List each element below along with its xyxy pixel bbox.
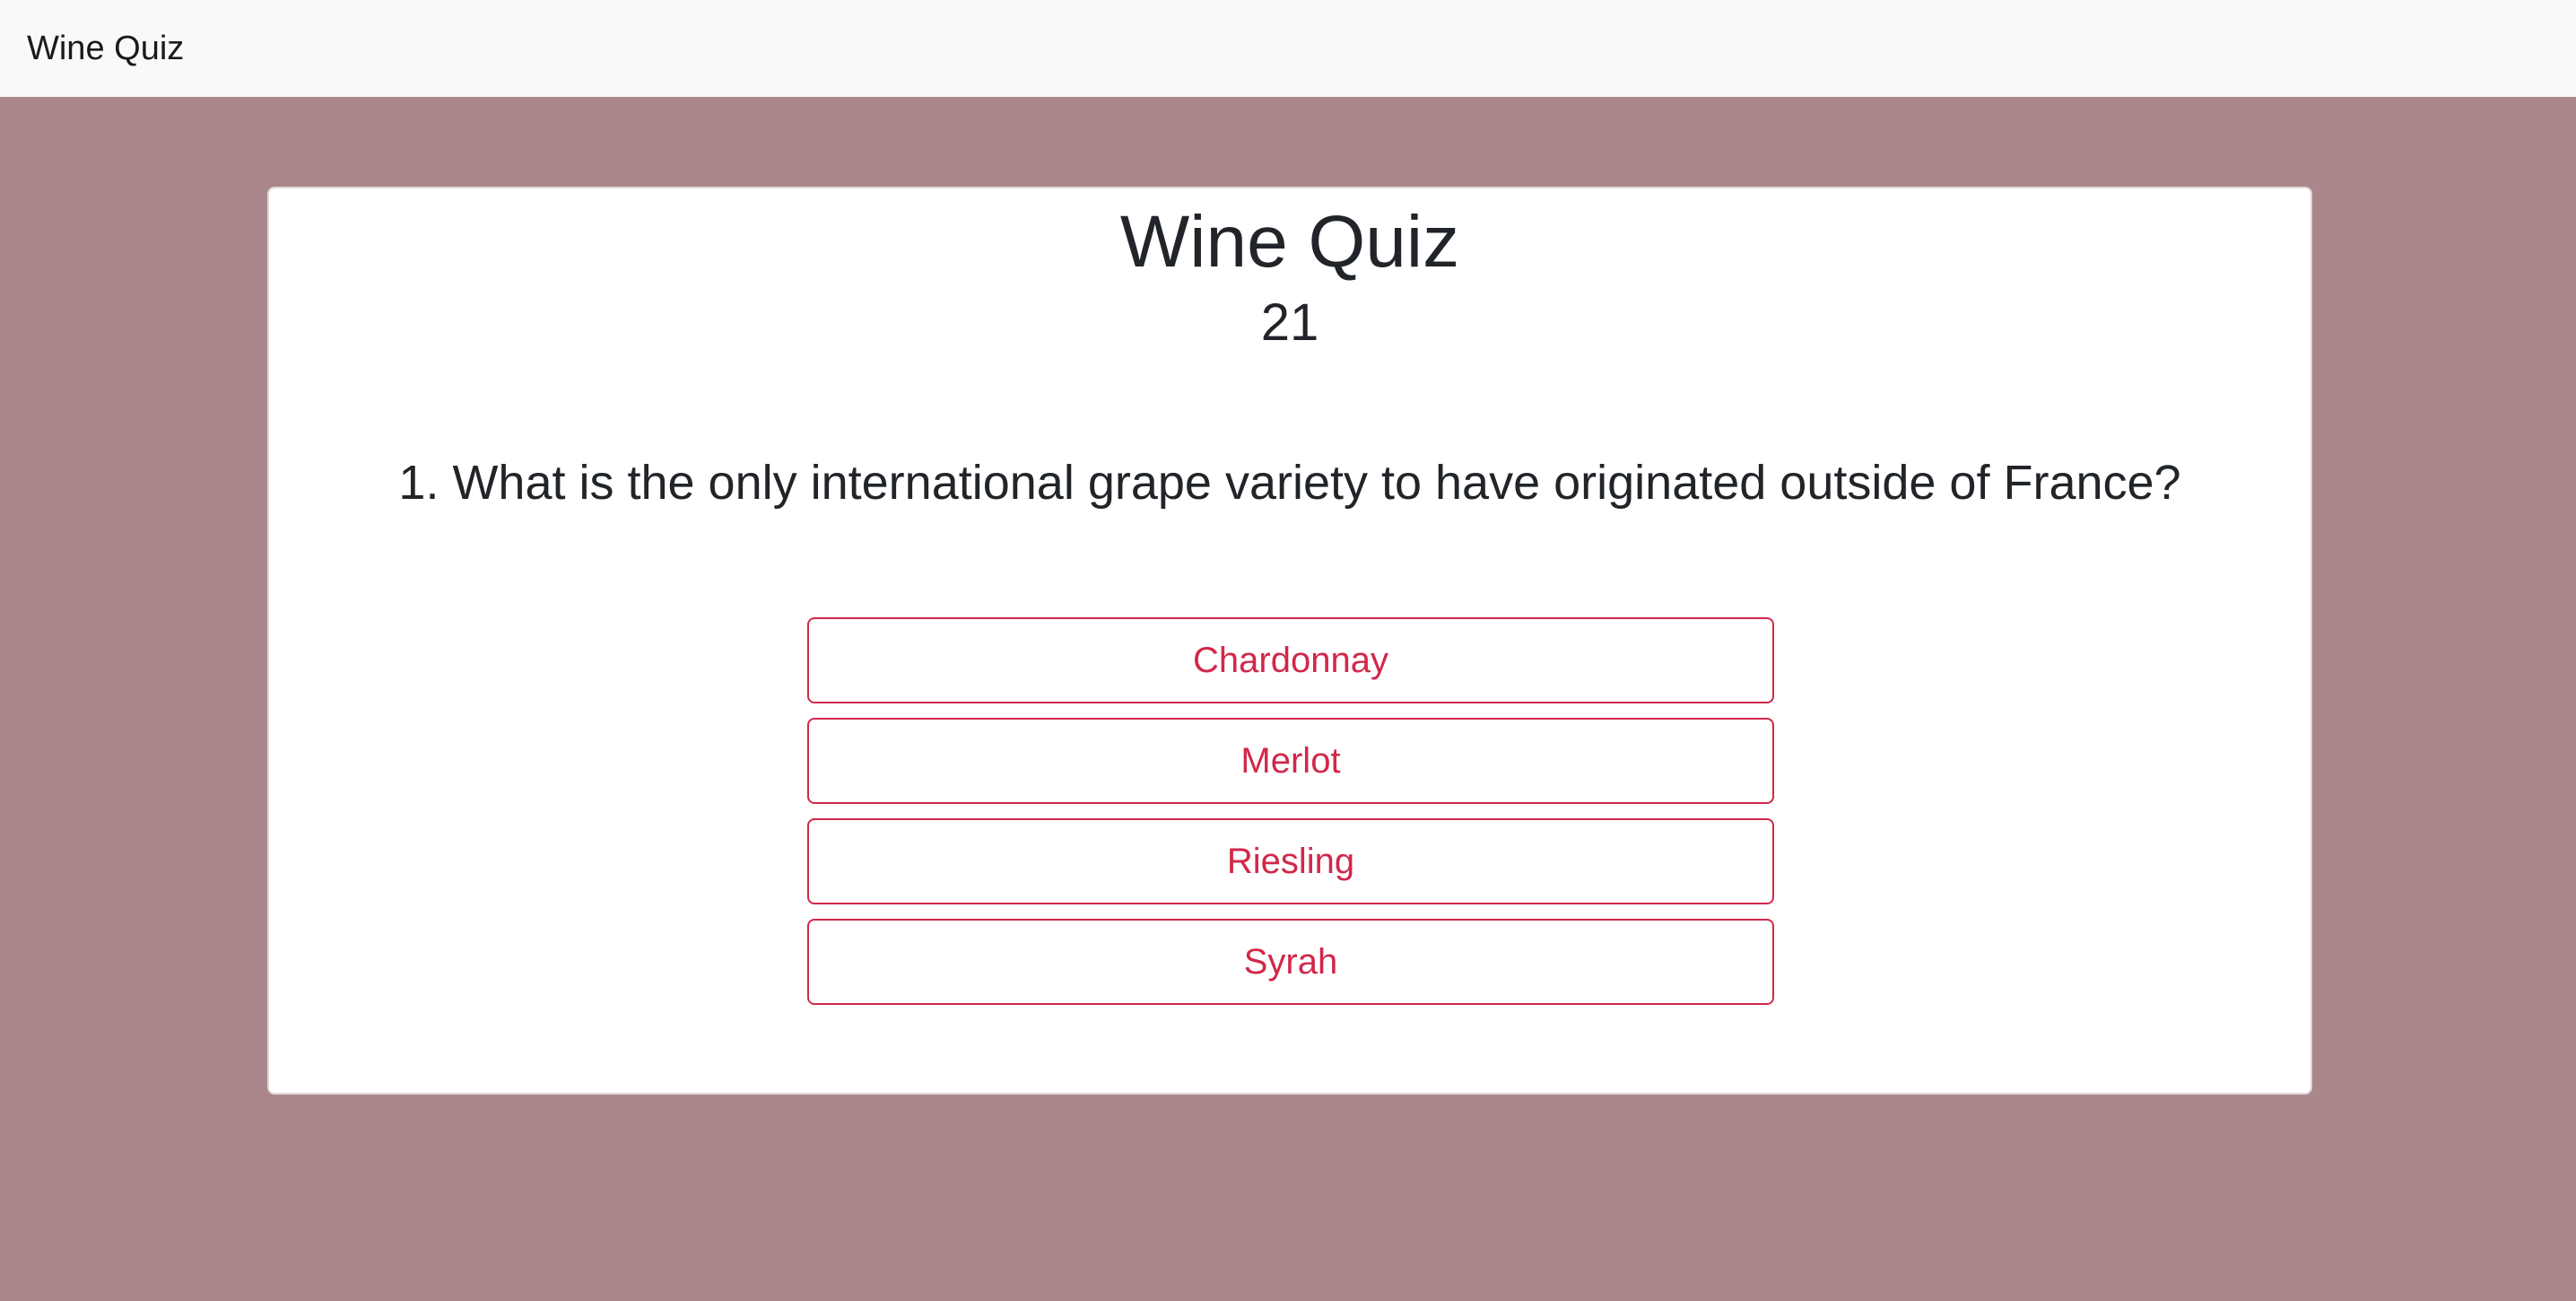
answer-button-chardonnay[interactable]: Chardonnay — [807, 617, 1774, 703]
score-display: 21 — [1260, 293, 1319, 352]
answer-button-merlot[interactable]: Merlot — [807, 718, 1774, 804]
quiz-title: Wine Quiz — [1119, 201, 1460, 283]
answer-button-syrah[interactable]: Syrah — [807, 919, 1774, 1005]
answer-button-riesling[interactable]: Riesling — [807, 818, 1774, 904]
quiz-card: Wine Quiz 21 1. What is the only interna… — [267, 187, 2312, 1095]
question-text: 1. What is the only international grape … — [398, 456, 2181, 510]
answer-list: Chardonnay Merlot Riesling Syrah — [807, 617, 1776, 1019]
navbar-brand[interactable]: Wine Quiz — [27, 30, 184, 68]
navbar: Wine Quiz — [0, 0, 2576, 97]
